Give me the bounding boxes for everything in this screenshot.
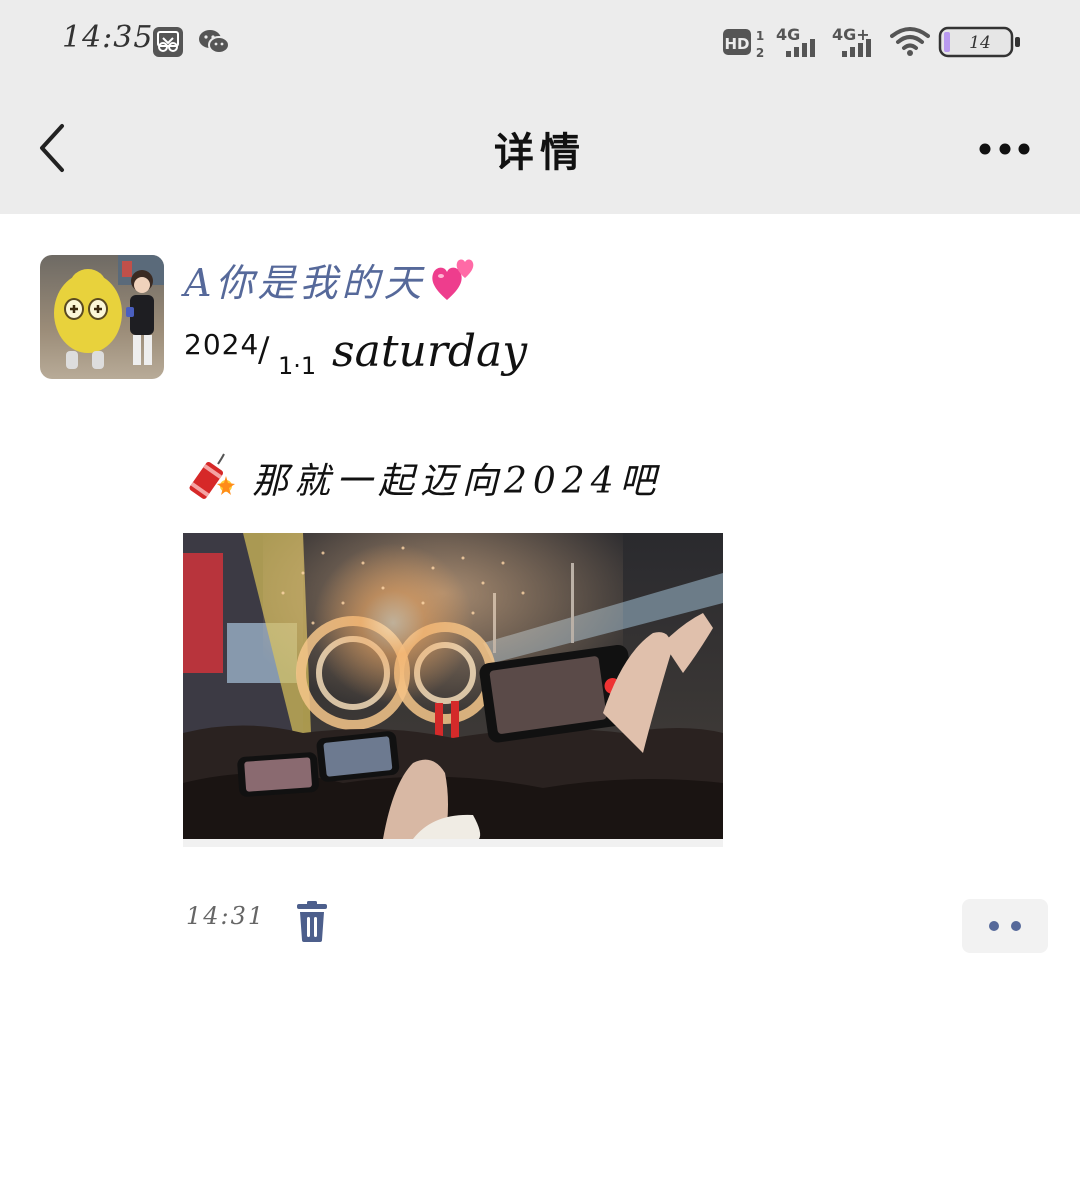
page-title: 详情 [494, 129, 586, 176]
wechat-icon [198, 28, 230, 60]
svg-text:1: 1 [756, 29, 764, 43]
post-time: 14:31 [186, 902, 266, 930]
date-weekday: saturday [332, 326, 528, 377]
network-1-label: 4G [776, 25, 800, 44]
post-text-content: 那就一起迈向2024吧 [252, 461, 662, 502]
hd-label: HD [724, 35, 749, 53]
signal-4g-icon: 4G [776, 24, 824, 64]
status-bar: 14:35 HD 1 2 4G 4G+ 14 [0, 0, 1080, 84]
wifi-icon [890, 26, 930, 62]
date-slash: / [258, 330, 270, 370]
more-dots-icon [989, 921, 1021, 931]
delete-button[interactable] [292, 900, 332, 944]
username[interactable]: A你是我的天 [184, 252, 479, 311]
hd-voice-icon: HD 1 2 [722, 26, 768, 64]
firecracker-icon [184, 450, 236, 506]
more-options-button[interactable] [968, 124, 1040, 174]
comment-like-button[interactable] [962, 899, 1048, 953]
avatar[interactable] [40, 255, 164, 379]
username-text: A你是我的天 [184, 261, 426, 305]
image-shadow [183, 839, 723, 847]
fireworks-crowd-photo [183, 533, 723, 839]
post-image[interactable] [183, 533, 723, 839]
date-year: 2024 [184, 328, 260, 361]
nav-bar: 详情 [0, 84, 1080, 214]
network-2-label: 4G+ [832, 25, 870, 44]
battery-icon: 14 [938, 26, 1024, 62]
gallery-icon [152, 26, 184, 62]
more-dots-icon [979, 143, 1030, 155]
svg-text:2: 2 [756, 46, 764, 60]
status-time: 14:35 [62, 20, 154, 55]
signal-4g-plus-icon: 4G+ [832, 24, 882, 64]
battery-level: 14 [969, 33, 991, 53]
delete-icon [297, 901, 327, 942]
date-day: 1·1 [278, 352, 317, 380]
two-hearts-icon [429, 256, 479, 311]
